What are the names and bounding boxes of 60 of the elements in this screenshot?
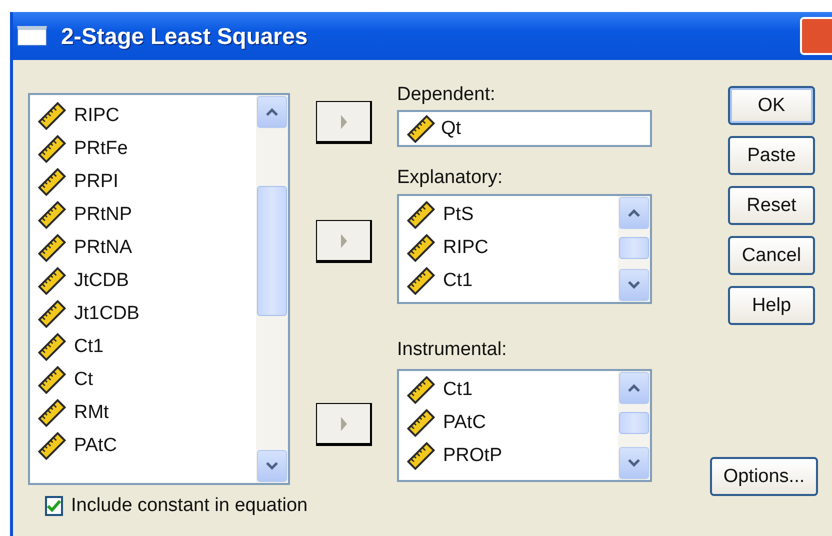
field-label: Explanatory: [397,167,504,190]
variable-item[interactable]: Ct1 [443,270,473,292]
caret-up-icon [627,383,641,393]
window-title: 2-Stage Least Squares [61,22,308,50]
variable-item[interactable]: JtCDB [74,270,129,292]
dependent-field[interactable]: Qt [397,110,652,147]
variable-item[interactable]: PRtNP [74,204,132,226]
instrumental-list[interactable]: Ct1 PAtC PROtP [397,369,652,482]
variable-item[interactable]: PRtNA [74,236,132,258]
checkbox[interactable] [45,496,63,516]
scroll-thumb[interactable] [257,186,287,316]
scrollbar[interactable] [618,196,650,302]
scroll-down-button[interactable] [619,447,649,479]
variable-list[interactable]: RIPC PRtFe PRPI PRtNP PRtNA JtCDB Jt1CDB Ct1 Ct RMt PAtC [28,93,290,485]
dialog-button[interactable]: Paste [728,136,815,175]
dialog-button[interactable]: Help [728,286,815,325]
scroll-up-button[interactable] [619,197,649,229]
scrollbar[interactable] [618,371,650,480]
variable-item[interactable]: RIPC [443,236,488,258]
scroll-thumb[interactable] [619,412,649,434]
scroll-down-button[interactable] [619,269,649,301]
scroll-down-button[interactable] [257,450,287,482]
scroll-up-button[interactable] [619,372,649,404]
variable-item[interactable]: PAtC [74,434,117,456]
variable-item[interactable]: PRPI [74,170,118,192]
variable-item: Qt [441,118,462,140]
caret-down-icon [627,280,641,290]
caret-up-icon [627,208,641,218]
move-arrow-button[interactable] [316,101,372,144]
caret-down-icon [627,458,641,468]
variable-item[interactable]: Ct1 [74,336,104,358]
triangle-right-icon [338,414,348,432]
variable-item[interactable]: PAtC [443,412,486,434]
variable-item[interactable]: PtS [443,204,474,226]
variable-item[interactable]: RIPC [74,104,120,126]
checkbox-label: Include constant in equation [71,495,308,517]
move-arrow-button[interactable] [316,220,372,263]
close-button[interactable] [800,17,832,55]
move-arrow-button[interactable] [316,403,372,446]
variable-item[interactable]: Ct [74,368,93,390]
field-label: Dependent: [397,84,496,107]
explanatory-list[interactable]: PtS RIPC Ct1 [397,194,652,304]
variable-item[interactable]: PROtP [443,444,502,466]
variable-item[interactable]: RMt [74,402,109,424]
options-button[interactable]: Options... [710,457,818,496]
scroll-thumb[interactable] [619,237,649,259]
caret-down-icon [265,461,279,471]
field-label: Instrumental: [397,339,508,362]
scroll-up-button[interactable] [257,96,287,128]
window-icon [17,26,47,46]
dialog-button[interactable]: OK [728,86,815,125]
variable-item[interactable]: Ct1 [443,378,473,400]
variable-item[interactable]: Jt1CDB [74,302,140,324]
triangle-right-icon [338,232,348,250]
scrollbar[interactable] [256,95,288,483]
triangle-right-icon [338,112,348,130]
variable-item[interactable]: PRtFe [74,138,128,160]
dialog-button[interactable]: Cancel [728,236,815,275]
caret-up-icon [265,107,279,117]
dialog-button[interactable]: Reset [728,186,815,225]
